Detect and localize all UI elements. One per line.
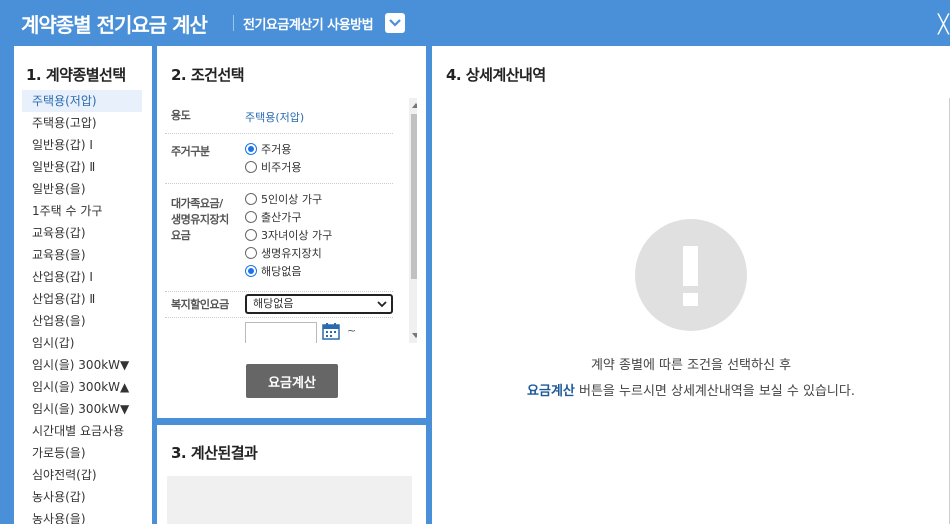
app-header: 계약종별 전기요금 계산 전기요금계산기 사용방법 ╳ <box>0 0 950 46</box>
detail-title: 4. 상세계산내역 <box>446 66 546 84</box>
residence-options: 주거용 비주거용 <box>245 141 301 177</box>
contract-type-item[interactable]: 임시(을) 300kW▲ <box>22 376 142 398</box>
usage-value: 주택용(저압) <box>245 111 305 124</box>
scroll-thumb[interactable] <box>411 114 417 279</box>
howto-link[interactable]: 전기요금계산기 사용방법 <box>243 14 374 33</box>
family-option[interactable]: 생명유지장치 <box>245 245 332 263</box>
chevron-down-icon <box>389 19 401 27</box>
family-options: 5인이상 가구 출산가구 3자녀이상 가구 생명유지장치 해당없음 <box>245 191 332 281</box>
detail-message-line1: 계약 종별에 따른 조건을 선택하신 후 <box>590 358 792 373</box>
radio-button[interactable] <box>245 265 257 277</box>
contract-type-item[interactable]: 일반용(을) <box>22 178 142 200</box>
contract-type-item[interactable]: 농사용(갑) <box>22 486 142 508</box>
usage-label: 용도 <box>171 109 191 122</box>
family-row: 대가족요금/생명유지장치 요금 5인이상 가구 출산가구 3자녀이상 가구 생명유지장치… <box>165 184 393 292</box>
chevron-down-icon <box>377 301 387 308</box>
residence-label: 주거구분 <box>171 145 210 158</box>
condition-title: 2. 조건선택 <box>171 66 245 84</box>
scroll-down-icon[interactable] <box>412 333 417 338</box>
welfare-row: 복지할인요금 해당없음 <box>165 292 393 318</box>
howto-dropdown-button[interactable] <box>385 13 405 33</box>
contract-type-item[interactable]: 교육용(을) <box>22 244 142 266</box>
contract-type-item[interactable]: 임시(갑) <box>22 332 142 354</box>
result-panel: 3. 계산된결과 <box>157 425 426 524</box>
family-label: 대가족요금/생명유지장치 요금 <box>171 197 229 242</box>
contract-type-item[interactable]: 가로등(을) <box>22 442 142 464</box>
welfare-label: 복지할인요금 <box>171 298 229 311</box>
contract-type-item[interactable]: 1주택 수 가구 <box>22 200 142 222</box>
calculate-button[interactable]: 요금계산 <box>246 364 338 398</box>
contract-type-item[interactable]: 심야전력(갑) <box>22 464 142 486</box>
period-row: ~ <box>165 318 393 343</box>
detail-message-highlight: 요금계산 <box>527 384 575 399</box>
contract-type-item[interactable]: 교육용(갑) <box>22 222 142 244</box>
contract-type-item[interactable]: 산업용(갑) Ⅰ <box>22 266 142 288</box>
exclamation-icon <box>635 219 747 331</box>
detail-message-line2: 요금계산 버튼을 누르시면 상세계산내역을 보실 수 있습니다. <box>527 384 855 399</box>
contract-type-item[interactable]: 시간대별 요금사용 <box>22 420 142 442</box>
contract-type-item[interactable]: 임시(을) 300kW▼ <box>22 398 142 420</box>
family-option[interactable]: 출산가구 <box>245 209 332 227</box>
contract-type-panel: 1. 계약종별선택 주택용(저압) 주택용(고압) 일반용(갑) Ⅰ 일반용(갑) Ⅱ… <box>14 46 152 524</box>
calendar-icon[interactable] <box>322 322 340 340</box>
residence-option[interactable]: 주거용 <box>245 141 301 159</box>
result-box <box>167 476 412 524</box>
radio-button[interactable] <box>245 247 257 259</box>
condition-panel: 2. 조건선택 용도 주택용(저압) 주거구분 주거용 비주거용 대가족요금/생명… <box>157 46 426 418</box>
residence-row: 주거구분 주거용 비주거용 <box>165 134 393 184</box>
radio-button[interactable] <box>245 161 257 173</box>
scroll-up-icon[interactable] <box>412 103 417 108</box>
contract-type-item[interactable]: 산업용(갑) Ⅱ <box>22 288 142 310</box>
residence-option[interactable]: 비주거용 <box>245 159 301 177</box>
family-option[interactable]: 5인이상 가구 <box>245 191 332 209</box>
radio-button[interactable] <box>245 143 257 155</box>
contract-type-item[interactable]: 일반용(갑) Ⅱ <box>22 156 142 178</box>
contract-type-item[interactable]: 주택용(고압) <box>22 112 142 134</box>
detail-panel: 4. 상세계산내역 계약 종별에 따른 조건을 선택하신 후 요금계산 버튼을 … <box>432 46 950 524</box>
contract-type-list: 주택용(저압) 주택용(고압) 일반용(갑) Ⅰ 일반용(갑) Ⅱ 일반용(을) 1주택 … <box>22 90 142 524</box>
radio-button[interactable] <box>245 229 257 241</box>
header-divider <box>233 15 234 31</box>
radio-button[interactable] <box>245 193 257 205</box>
date-range-tilde: ~ <box>347 324 357 337</box>
contract-type-item[interactable]: 임시(을) 300kW▼ <box>22 354 142 376</box>
welfare-select[interactable]: 해당없음 <box>245 294 393 314</box>
radio-button[interactable] <box>245 211 257 223</box>
contract-type-item[interactable]: 농사용(을) <box>22 508 142 524</box>
start-date-input[interactable] <box>245 322 317 343</box>
family-option[interactable]: 3자녀이상 가구 <box>245 227 332 245</box>
contract-type-title: 1. 계약종별선택 <box>26 66 126 84</box>
condition-scrollbar[interactable] <box>409 98 417 343</box>
page-title: 계약종별 전기요금 계산 <box>21 13 208 37</box>
family-option[interactable]: 해당없음 <box>245 263 332 281</box>
close-icon[interactable]: ╳ <box>938 14 949 35</box>
usage-row: 용도 주택용(저압) <box>165 98 393 134</box>
condition-scroll-area[interactable]: 용도 주택용(저압) 주거구분 주거용 비주거용 대가족요금/생명유지장치 요금 5… <box>165 98 417 343</box>
result-title: 3. 계산된결과 <box>171 444 258 462</box>
contract-type-item[interactable]: 일반용(갑) Ⅰ <box>22 134 142 156</box>
contract-type-item[interactable]: 산업용(을) <box>22 310 142 332</box>
contract-type-item[interactable]: 주택용(저압) <box>22 90 142 112</box>
